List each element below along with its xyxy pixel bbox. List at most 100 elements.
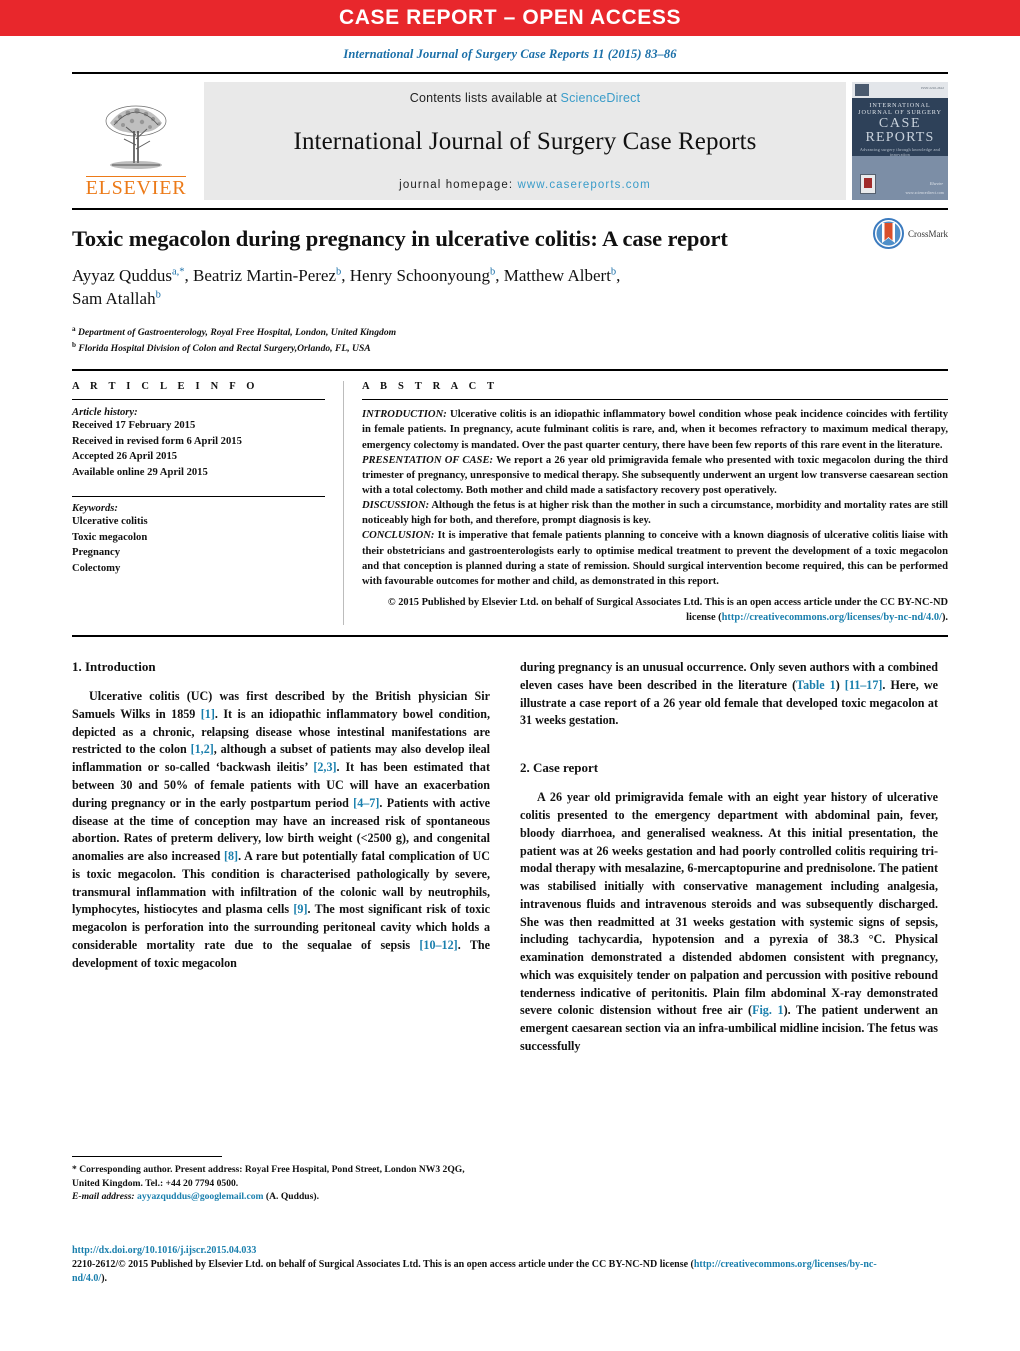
issn-copyright-line: 2210-2612/© 2015 Published by Elsevier L… bbox=[72, 1258, 892, 1286]
abstract-column: A B S T R A C T INTRODUCTION: Ulcerative… bbox=[344, 381, 948, 625]
article-header: CrossMark Toxic megacolon during pregnan… bbox=[72, 210, 948, 355]
citation-link[interactable]: [8] bbox=[224, 849, 238, 863]
text-run: ) bbox=[835, 677, 845, 692]
sciencedirect-link[interactable]: ScienceDirect bbox=[561, 91, 641, 105]
article-info-heading: A R T I C L E I N F O bbox=[72, 381, 259, 393]
journal-title: International Journal of Surgery Case Re… bbox=[293, 128, 757, 155]
corresponding-author-note: * Corresponding author. Present address:… bbox=[72, 1164, 465, 1189]
abstract-heading: A B S T R A C T bbox=[362, 381, 499, 393]
abstract-section: CONCLUSION: It is imperative that female… bbox=[362, 528, 948, 589]
footnote-rule bbox=[72, 1156, 222, 1157]
abstract-rule bbox=[362, 399, 948, 401]
citation-link[interactable]: [9] bbox=[293, 902, 307, 916]
abstract-section: INTRODUCTION: Ulcerative colitis is an i… bbox=[362, 407, 948, 452]
cover-line-3: CASE bbox=[878, 116, 922, 131]
abstract-section-text: Although the fetus is at higher risk tha… bbox=[362, 500, 948, 527]
crossmark-badge[interactable]: CrossMark bbox=[873, 218, 948, 249]
issn-suffix: ). bbox=[101, 1273, 108, 1285]
journal-masthead: ELSEVIER Contents lists available at Sci… bbox=[72, 72, 948, 200]
journal-citation-line: International Journal of Surgery Case Re… bbox=[343, 47, 677, 61]
journal-homepage-line: journal homepage: www.casereports.com bbox=[399, 179, 651, 191]
cover-title-block: INTERNATIONAL JOURNAL OF SURGERY CASE RE… bbox=[852, 98, 948, 157]
citation-link[interactable]: [4–7] bbox=[353, 796, 379, 810]
email-suffix: (A. Quddus). bbox=[265, 1191, 319, 1203]
abstract-section: DISCUSSION: Although the fetus is at hig… bbox=[362, 498, 948, 528]
abstract-section-text: Ulcerative colitis is an idiopathic infl… bbox=[362, 409, 948, 451]
crossmark-icon bbox=[873, 218, 904, 249]
doi-link[interactable]: http://dx.doi.org/10.1016/j.ijscr.2015.0… bbox=[72, 1244, 892, 1258]
author-item[interactable]: Sam Atallahb bbox=[72, 289, 161, 308]
copyright-suffix: ). bbox=[941, 612, 948, 624]
contents-prefix: Contents lists available at bbox=[409, 91, 561, 105]
author-item[interactable]: Henry Schoonyoungb bbox=[350, 266, 495, 285]
elsevier-wordmark: ELSEVIER bbox=[85, 176, 187, 199]
abstract-section: PRESENTATION OF CASE: We report a 26 yea… bbox=[362, 453, 948, 498]
banner-title: CASE REPORT – OPEN ACCESS bbox=[338, 6, 682, 29]
cover-line-1: INTERNATIONAL bbox=[869, 102, 931, 109]
author-item[interactable]: Ayyaz Quddusa,* bbox=[72, 266, 185, 285]
publication-footer: http://dx.doi.org/10.1016/j.ijscr.2015.0… bbox=[72, 1244, 892, 1286]
keyword-item: Pregnancy bbox=[72, 547, 121, 559]
section-heading-introduction: 1. Introduction bbox=[72, 659, 156, 675]
body-left-column: 1. Introduction Ulcerative colitis (UC) … bbox=[72, 659, 490, 1056]
cover-header-strip: ISSN 2210-2612 bbox=[852, 82, 948, 98]
cover-line-2: JOURNAL OF SURGERY bbox=[858, 109, 942, 116]
cover-image: ISSN 2210-2612 INTERNATIONAL JOURNAL OF … bbox=[852, 82, 948, 200]
citation-link[interactable]: [11–17] bbox=[845, 678, 883, 692]
citation-link[interactable]: [2,3] bbox=[313, 760, 336, 774]
cover-line-4: REPORTS bbox=[865, 130, 935, 145]
affiliation-text: Department of Gastroenterology, Royal Fr… bbox=[78, 326, 397, 338]
page-title: Toxic megacolon during pregnancy in ulce… bbox=[72, 226, 728, 251]
author-item[interactable]: Beatriz Martin-Perezb bbox=[193, 266, 341, 285]
author-item[interactable]: Matthew Albertb bbox=[504, 266, 616, 285]
cc-license-link[interactable]: http://creativecommons.org/licenses/by-n… bbox=[722, 612, 942, 623]
journal-homepage-link[interactable]: www.casereports.com bbox=[517, 179, 650, 191]
issn-text: 2210-2612/© 2015 Published by Elsevier L… bbox=[72, 1259, 694, 1270]
abstract-section-label: DISCUSSION: bbox=[362, 500, 430, 512]
article-history-label: Article history: bbox=[72, 407, 138, 419]
body-right-column: during pregnancy is an unusual occurrenc… bbox=[520, 659, 938, 1056]
keyword-item: Toxic megacolon bbox=[72, 531, 148, 543]
cover-issn: ISSN 2210-2612 bbox=[921, 86, 944, 90]
affiliation-item: b Florida Hospital Division of Colon and… bbox=[72, 340, 371, 354]
history-item: Available online 29 April 2015 bbox=[72, 466, 208, 478]
text-run: A 26 year old primigravida female with a… bbox=[520, 790, 938, 1018]
figure-reference-link[interactable]: Fig. 1 bbox=[752, 1003, 784, 1017]
footnote-block: * Corresponding author. Present address:… bbox=[72, 1156, 490, 1204]
crossmark-label: CrossMark bbox=[908, 228, 948, 239]
affiliation-item: a Department of Gastroenterology, Royal … bbox=[72, 324, 397, 338]
abstract-section-label: CONCLUSION: bbox=[362, 530, 435, 542]
citation-link[interactable]: [1] bbox=[201, 707, 215, 721]
email-link[interactable]: ayyazquddus@googlemail.com bbox=[137, 1191, 263, 1202]
cover-publisher-text: Elsevier bbox=[929, 181, 943, 186]
abstract-copyright: © 2015 Published by Elsevier Ltd. on beh… bbox=[362, 595, 948, 625]
article-info-rule bbox=[72, 399, 325, 401]
cover-emblem-icon bbox=[860, 174, 876, 194]
article-info-abstract-panel: A R T I C L E I N F O Article history: R… bbox=[72, 369, 948, 638]
citation-link[interactable]: [10–12] bbox=[419, 938, 457, 952]
keywords-rule bbox=[72, 496, 325, 498]
section-heading-case-report: 2. Case report bbox=[520, 760, 599, 776]
cover-elsevier-mark bbox=[855, 84, 869, 96]
citation-link[interactable]: [1,2] bbox=[191, 742, 214, 756]
affiliation-text: Florida Hospital Division of Colon and R… bbox=[78, 342, 371, 354]
table-reference-link[interactable]: Table 1 bbox=[796, 678, 836, 692]
abstract-section-text: It is imperative that female patients pl… bbox=[362, 530, 948, 587]
article-body: 1. Introduction Ulcerative colitis (UC) … bbox=[72, 659, 948, 1056]
abstract-section-label: PRESENTATION OF CASE: bbox=[362, 454, 494, 466]
email-label: E-mail address: bbox=[72, 1191, 135, 1203]
affiliation-list: a Department of Gastroenterology, Royal … bbox=[72, 324, 948, 356]
article-info-column: A R T I C L E I N F O Article history: R… bbox=[72, 381, 344, 626]
open-access-banner: CASE REPORT – OPEN ACCESS bbox=[0, 0, 1020, 36]
history-item: Received in revised form 6 April 2015 bbox=[72, 435, 242, 447]
elsevier-tree-icon bbox=[105, 105, 167, 169]
history-item: Received 17 February 2015 bbox=[72, 420, 196, 432]
cover-url-text: www.sciencedirect.com bbox=[905, 191, 944, 195]
keyword-item: Ulcerative colitis bbox=[72, 516, 148, 528]
journal-cover-thumbnail[interactable]: ISSN 2210-2612 INTERNATIONAL JOURNAL OF … bbox=[852, 82, 948, 200]
author-list: Ayyaz Quddusa,*, Beatriz Martin-Perezb, … bbox=[72, 265, 621, 308]
elsevier-logo: ELSEVIER bbox=[72, 82, 200, 200]
contents-list-line: Contents lists available at ScienceDirec… bbox=[410, 91, 641, 105]
introduction-continuation: during pregnancy is an unusual occurrenc… bbox=[520, 659, 938, 730]
